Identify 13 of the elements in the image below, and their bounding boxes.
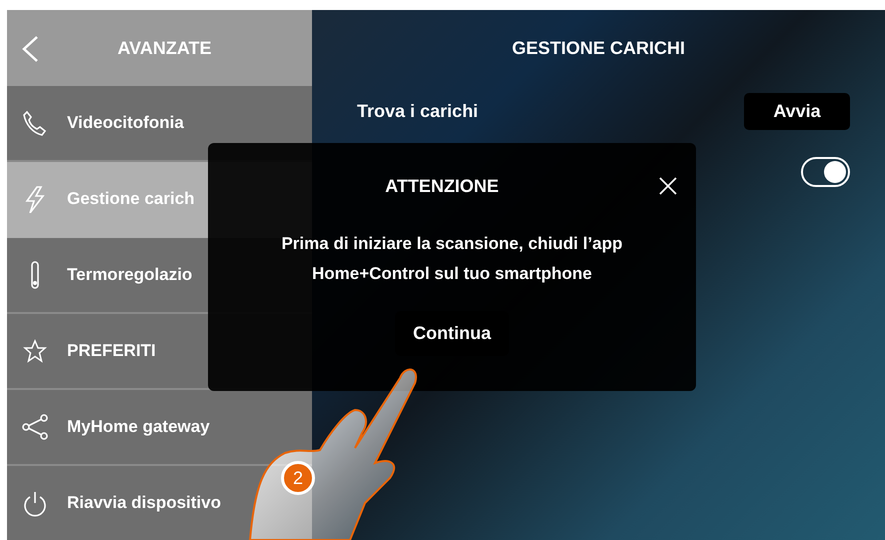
sidebar-title: AVANZATE (116, 36, 212, 60)
row-label: Trova i carichi (357, 100, 478, 122)
close-icon[interactable] (659, 177, 677, 195)
dialog-title: ATTENZIONE (385, 174, 499, 198)
star-icon (21, 337, 49, 365)
thermometer-icon (31, 261, 39, 289)
page-title: GESTIONE CARICHI (512, 36, 685, 60)
power-icon (21, 489, 49, 517)
back-icon[interactable] (21, 36, 39, 62)
start-button[interactable]: Avvia (744, 92, 850, 130)
phone-icon (21, 109, 49, 137)
toggle-switch[interactable] (801, 157, 850, 187)
share-icon (21, 413, 49, 441)
